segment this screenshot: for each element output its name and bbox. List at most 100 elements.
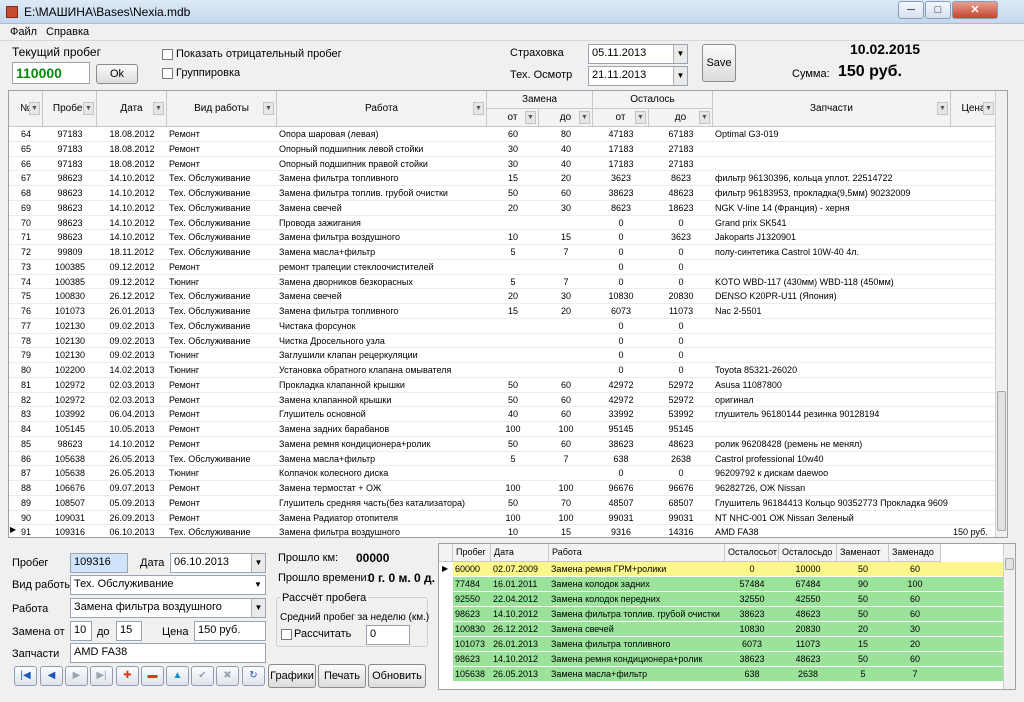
table-row[interactable]: 71 98623 14.10.2012 Тех. Обслуживание Замена… [9, 230, 997, 245]
reminder-row[interactable]: 98623 14.10.2012 Замена ремня кондиционера… [453, 652, 1005, 667]
column-header-worktype[interactable]: Вид работы ▼ [167, 91, 277, 127]
insurance-date-picker[interactable]: 05.11.2013 ▼ [588, 44, 688, 64]
table-row[interactable]: 74 100385 09.12.2012 Тюнинг Замена дворников… [9, 275, 997, 290]
reminders-header-mileage[interactable]: Пробег [453, 544, 491, 562]
column-header-remain-from[interactable]: от ▼ [593, 109, 649, 127]
reminder-row[interactable]: 77484 16.01.2011 Замена колодок задних 5748… [453, 577, 1005, 592]
reminder-row[interactable]: 101073 26.01.2013 Замена фильтра топливног… [453, 637, 1005, 652]
next-record-button[interactable]: ▶ [65, 666, 88, 686]
column-header-price[interactable]: Цена ▼ [951, 91, 997, 127]
reminders-scrollbar-thumb[interactable] [1005, 558, 1014, 570]
menu-file[interactable]: Файл [10, 26, 37, 38]
reminder-row[interactable]: 98623 14.10.2012 Замена фильтра топлив. гр… [453, 607, 1005, 622]
chevron-down-icon[interactable]: ▼ [673, 45, 687, 63]
ok-button[interactable]: Ok [96, 64, 138, 84]
scrollbar-thumb[interactable] [997, 391, 1006, 531]
table-row[interactable]: 77 102130 09.02.2013 Тех. Обслуживание Чиста… [9, 319, 997, 334]
table-row[interactable]: 81 102972 02.03.2013 Ремонт Прокладка клапан… [9, 378, 997, 393]
form-replace-from-input[interactable]: 10 [70, 621, 92, 641]
avg-weekly-input[interactable]: 0 [366, 625, 410, 645]
column-header-remain-to[interactable]: до ▼ [649, 109, 713, 127]
column-header-parts[interactable]: Запчасти ▼ [713, 91, 951, 127]
form-parts-input[interactable]: AMD FA38 [70, 643, 266, 663]
table-row[interactable]: 66 97183 18.08.2012 Ремонт Опорный подшипник… [9, 157, 997, 172]
add-record-button[interactable]: ✚ [116, 666, 139, 686]
table-row[interactable]: 88 106676 09.07.2013 Ремонт Замена термостат… [9, 481, 997, 496]
table-row[interactable]: 65 97183 18.08.2012 Ремонт Опорный подшипник… [9, 142, 997, 157]
maximize-button[interactable]: □ [925, 1, 951, 19]
menu-help[interactable]: Справка [46, 26, 89, 38]
reminders-header-date[interactable]: Дата [491, 544, 549, 562]
reminders-header-work[interactable]: Работа [549, 544, 725, 562]
table-row[interactable]: 87 105638 26.05.2013 Тюнинг Колпачок колесно… [9, 466, 997, 481]
form-replace-to-input[interactable]: 15 [116, 621, 142, 641]
reminder-row[interactable]: 100830 26.12.2012 Замена свечей 10830 20830 2… [453, 622, 1005, 637]
update-button[interactable]: Обновить [368, 664, 426, 688]
save-button[interactable]: Save [702, 44, 736, 82]
reminders-header-replace-to[interactable]: Заменадо [889, 544, 941, 562]
chevron-down-icon[interactable]: ▼ [251, 554, 265, 572]
reminder-row[interactable]: 60000 02.07.2009 Замена ремня ГРМ+ролики 0 1… [453, 562, 1005, 577]
last-record-button[interactable]: ▶| [90, 666, 113, 686]
table-row[interactable]: 85 98623 14.10.2012 Ремонт Замена ремня конд… [9, 437, 997, 452]
show-negative-checkbox[interactable] [162, 49, 173, 60]
edit-record-button[interactable]: ▲ [166, 666, 189, 686]
reminders-header-remain-from[interactable]: Осталосьот [725, 544, 779, 562]
table-row[interactable]: 70 98623 14.10.2012 Тех. Обслуживание Провод… [9, 216, 997, 231]
first-record-button[interactable]: |◀ [14, 666, 37, 686]
table-row[interactable]: 83 103992 06.04.2013 Ремонт Глушитель основн… [9, 407, 997, 422]
reminder-row[interactable]: 92550 22.04.2012 Замена колодок передних 32… [453, 592, 1005, 607]
reminders-header-replace-from[interactable]: Заменаот [837, 544, 889, 562]
table-row[interactable]: 86 105638 26.05.2013 Тех. Обслуживание Замен… [9, 452, 997, 467]
cell-parts: фильтр 96130396, кольца уплот. 22514722 [715, 173, 893, 184]
table-row[interactable]: 73 100385 09.12.2012 Ремонт ремонт трапеции … [9, 260, 997, 275]
calculate-checkbox[interactable] [281, 629, 292, 640]
reminders-scrollbar[interactable] [1003, 544, 1015, 689]
grouping-checkbox[interactable] [162, 68, 173, 79]
table-row[interactable]: 89 108507 05.09.2013 Ремонт Глушитель средня… [9, 496, 997, 511]
current-mileage-input[interactable]: 110000 [12, 62, 90, 84]
form-date-picker[interactable]: 06.10.2013 ▼ [170, 553, 266, 573]
cancel-edit-button[interactable]: ✖ [216, 666, 239, 686]
form-work-select[interactable]: Замена фильтра воздушного ▼ [70, 598, 266, 618]
column-header-date[interactable]: Дата ▼ [97, 91, 167, 127]
table-row[interactable]: 69 98623 14.10.2012 Тех. Обслуживание Замена… [9, 201, 997, 216]
table-row[interactable]: 64 97183 18.08.2012 Ремонт Опора шаровая (ле… [9, 127, 997, 142]
prev-record-button[interactable]: ◀ [40, 666, 63, 686]
column-header-mileage[interactable]: Пробег ▼ [43, 91, 97, 127]
delete-record-button[interactable]: ▬ [141, 666, 164, 686]
close-button[interactable]: ✕ [952, 1, 998, 19]
reminders-header-remain-to[interactable]: Осталосьдо [779, 544, 837, 562]
table-row[interactable]: 84 105145 10.05.2013 Ремонт Замена задних ба… [9, 422, 997, 437]
table-row[interactable]: 68 98623 14.10.2012 Тех. Обслуживание Замена… [9, 186, 997, 201]
chevron-down-icon[interactable]: ▼ [673, 67, 687, 85]
print-button[interactable]: Печать [318, 664, 366, 688]
reminder-row[interactable]: 105638 26.05.2013 Замена масла+фильтр 638 26… [453, 667, 1005, 682]
inspection-date-picker[interactable]: 21.11.2013 ▼ [588, 66, 688, 86]
table-row[interactable]: 72 99809 18.11.2012 Тех. Обслуживание Замена… [9, 245, 997, 260]
column-header-work[interactable]: Работа ▼ [277, 91, 487, 127]
post-record-button[interactable]: ✔ [191, 666, 214, 686]
form-worktype-select[interactable]: Тех. Обслуживание ▼ [70, 575, 266, 595]
charts-button[interactable]: Графики [268, 664, 316, 688]
column-header-replace-to[interactable]: до ▼ [539, 109, 593, 127]
table-row[interactable]: 75 100830 26.12.2012 Тех. Обслуживание Замен… [9, 289, 997, 304]
table-row[interactable]: 79 102130 09.02.2013 Тюнинг Заглушили клапан… [9, 348, 997, 363]
table-row[interactable]: 80 102200 14.02.2013 Тюнинг Установка обратн… [9, 363, 997, 378]
table-row[interactable]: 82 102972 02.03.2013 Ремонт Замена клапанной… [9, 393, 997, 408]
refresh-data-button[interactable]: ↻ [242, 666, 265, 686]
chevron-down-icon[interactable]: ▼ [251, 599, 265, 617]
minimize-button[interactable]: ─ [898, 1, 924, 19]
form-mileage-input[interactable]: 109316 [70, 553, 128, 573]
table-row[interactable]: 67 98623 14.10.2012 Тех. Обслуживание Замена… [9, 171, 997, 186]
table-row[interactable]: ▶ 91 109316 06.10.2013 Тех. Обслуживание Заме… [9, 525, 997, 537]
grid-scrollbar[interactable] [995, 91, 1007, 537]
chevron-down-icon[interactable]: ▼ [251, 576, 265, 594]
form-price-input[interactable]: 150 руб. [194, 621, 266, 641]
table-row[interactable]: 78 102130 09.02.2013 Тех. Обслуживание Чистк… [9, 334, 997, 349]
column-header-replace-from[interactable]: от ▼ [487, 109, 539, 127]
column-header-num[interactable]: № ▼ [9, 91, 43, 127]
table-row[interactable]: 76 101073 26.01.2013 Тех. Обслуживание Замен… [9, 304, 997, 319]
table-row[interactable]: 90 109031 26.09.2013 Ремонт Замена Радиатор … [9, 511, 997, 526]
current-mileage-label: Текущий пробег [12, 45, 101, 59]
